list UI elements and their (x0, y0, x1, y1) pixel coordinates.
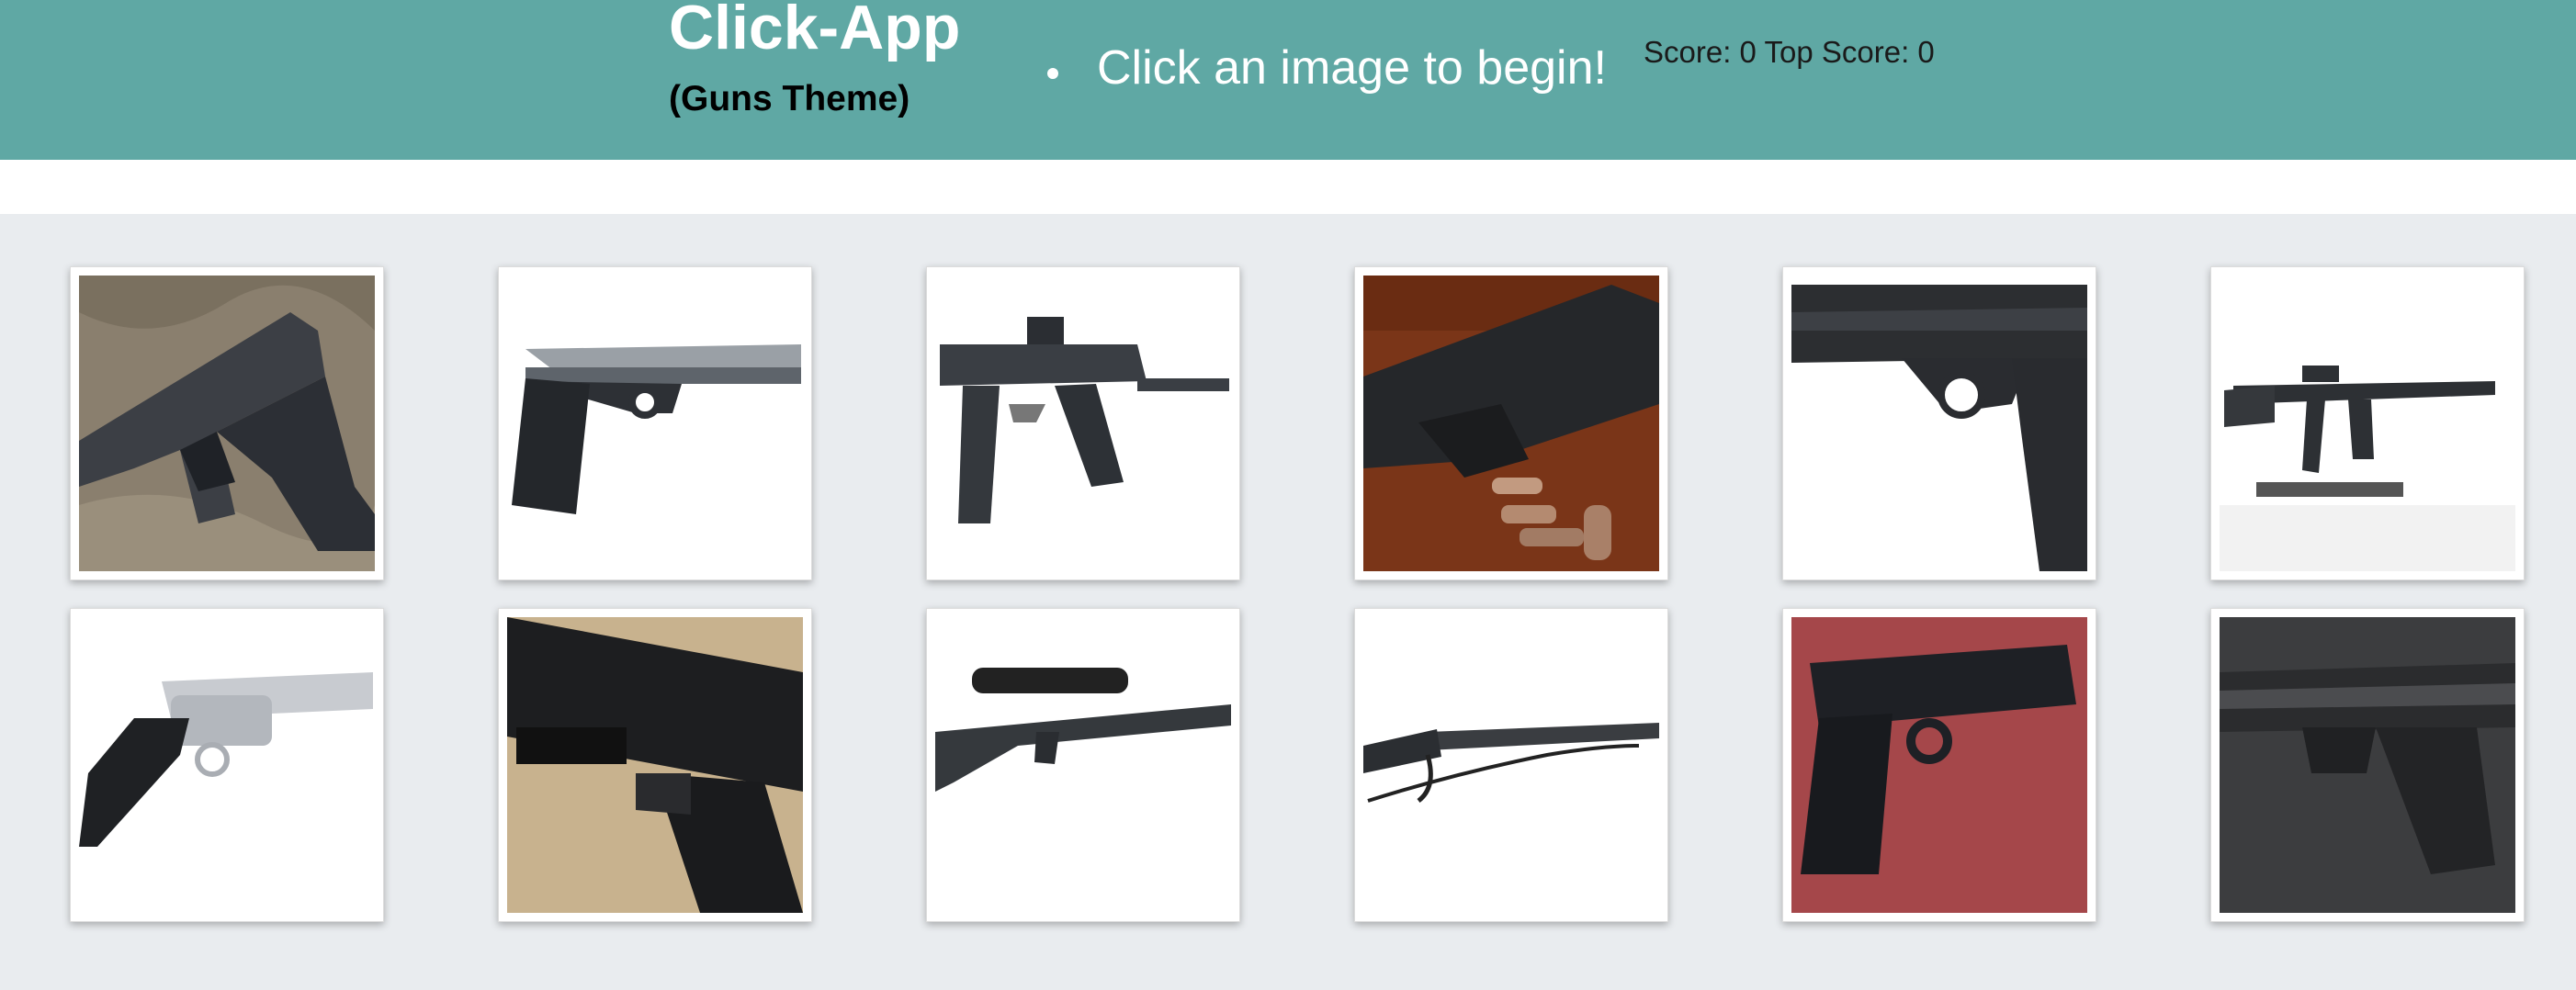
pistol-image (507, 276, 803, 571)
image-card-4[interactable] (1354, 266, 1668, 580)
score-label: Score: (1644, 35, 1732, 69)
pistol-image (1791, 617, 2087, 913)
status-message: Click an image to begin! (1075, 40, 1607, 96)
image-card-9[interactable] (926, 608, 1240, 922)
image-card-3[interactable] (926, 266, 1240, 580)
image-card-5[interactable] (1782, 266, 2096, 580)
image-card-11[interactable] (1782, 608, 2096, 922)
image-card-12[interactable] (2210, 608, 2525, 922)
top-score-value: 0 (1917, 35, 1935, 69)
rifle-image (2220, 276, 2515, 571)
app-subtitle: (Guns Theme) (669, 79, 910, 118)
pistol-image (507, 617, 803, 913)
image-card-6[interactable] (2210, 266, 2525, 580)
image-card-10[interactable] (1354, 608, 1668, 922)
image-card-1[interactable] (70, 266, 384, 580)
app-title: Click-App (669, 0, 961, 62)
rifle-image (935, 617, 1231, 913)
rifle-image (1363, 617, 1659, 913)
carbine-image (935, 276, 1231, 571)
pistol-image (2220, 617, 2515, 913)
image-card-7[interactable] (70, 608, 384, 922)
status-message-list: Click an image to begin! (1075, 40, 1607, 96)
image-grid (0, 214, 2576, 990)
pistol-image (1363, 276, 1659, 571)
score-value: 0 (1739, 35, 1757, 69)
image-card-8[interactable] (498, 608, 812, 922)
revolver-image (79, 617, 375, 913)
pistol-image (79, 276, 375, 571)
top-score-label: Top Score: (1764, 35, 1910, 69)
image-card-2[interactable] (498, 266, 812, 580)
pistol-image (1791, 276, 2087, 571)
navbar: Click-App (Guns Theme) Click an image to… (0, 0, 2576, 160)
scoreboard: Score: 0 Top Score: 0 (1644, 35, 1935, 70)
